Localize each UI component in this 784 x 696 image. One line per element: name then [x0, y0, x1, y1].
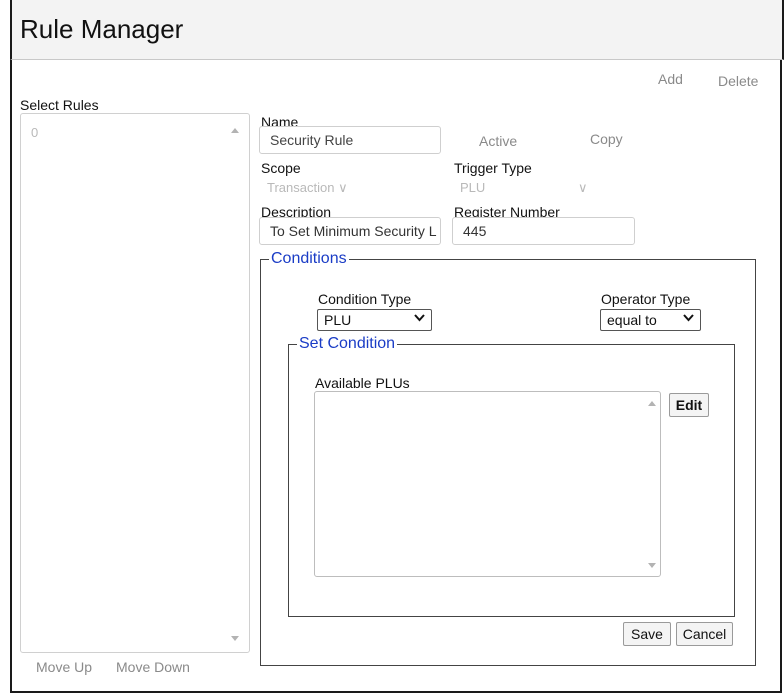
operator-type-label: Operator Type	[601, 291, 691, 307]
trigger-type-select[interactable]: PLU ∨	[460, 180, 590, 195]
rules-listbox[interactable]: 0	[20, 113, 250, 653]
conditions-legend: Conditions	[271, 250, 347, 267]
delete-button[interactable]: Delete	[718, 73, 758, 89]
condition-type-value: PLU	[324, 312, 352, 328]
trigger-type-label: Trigger Type	[454, 160, 532, 176]
scope-label: Scope	[261, 160, 301, 176]
scroll-up-icon[interactable]	[648, 401, 656, 406]
scroll-down-icon[interactable]	[231, 636, 239, 641]
available-plus-listbox[interactable]	[314, 391, 661, 577]
set-condition-legend: Set Condition	[299, 335, 396, 352]
register-number-field[interactable]: 445	[452, 217, 635, 245]
copy-button[interactable]: Copy	[590, 131, 623, 147]
name-field[interactable]: Security Rule	[259, 126, 441, 154]
scroll-up-icon[interactable]	[231, 128, 239, 133]
chevron-down-icon: ∨	[338, 180, 348, 195]
scroll-down-icon[interactable]	[648, 563, 656, 568]
chevron-down-icon	[414, 314, 425, 322]
active-toggle[interactable]: Active	[479, 133, 517, 149]
cancel-button[interactable]: Cancel	[676, 622, 733, 646]
edit-button[interactable]: Edit	[669, 393, 709, 417]
condition-type-label: Condition Type	[318, 291, 412, 307]
available-plus-label: Available PLUs	[315, 375, 410, 391]
scope-select[interactable]: Transaction ∨	[267, 180, 348, 196]
description-field[interactable]: To Set Minimum Security L	[259, 217, 441, 245]
condition-type-select[interactable]: PLU	[317, 309, 432, 331]
move-up-button[interactable]: Move Up	[36, 659, 92, 675]
app-title: Rule Manager	[20, 14, 184, 44]
scope-value: Transaction	[267, 180, 335, 195]
save-button[interactable]: Save	[623, 622, 671, 646]
chevron-down-icon	[683, 314, 694, 322]
move-down-button[interactable]: Move Down	[116, 659, 190, 675]
list-item[interactable]: 0	[31, 125, 38, 140]
operator-type-value: equal to	[607, 312, 657, 328]
trigger-type-value: PLU	[460, 180, 486, 195]
add-button[interactable]: Add	[658, 71, 683, 87]
operator-type-select[interactable]: equal to	[600, 309, 701, 331]
select-rules-label: Select Rules	[20, 97, 99, 113]
chevron-down-icon: ∨	[578, 180, 588, 195]
title-bar: Rule Manager	[10, 0, 784, 60]
